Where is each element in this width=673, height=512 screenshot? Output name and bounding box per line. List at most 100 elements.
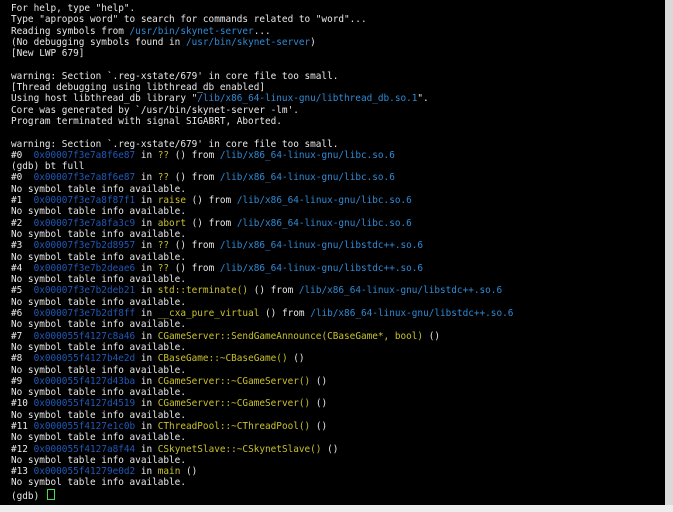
function-name: ?? [157,240,170,252]
gdb-terminal-window[interactable]: For help, type "help". Type "apropos word… [0,0,665,505]
output-text: No symbol table info available. [11,477,186,489]
terminal-line: No symbol table info available. [11,342,665,353]
output-text: #7 [11,330,34,342]
function-name: CGameServer::SendGameAnnounce(CBaseGame*… [157,330,424,342]
terminal-line: Program terminated with signal SIGABRT, … [11,116,665,127]
output-text: warning: Section `.reg-xstate/679' in co… [11,70,339,82]
output-text: in [135,330,158,342]
output-text: Using host libthread_db library " [11,93,198,105]
terminal-line: warning: Section `.reg-xstate/679' in co… [11,71,665,82]
memory-address: 0x00007f3e7b2df8ff [33,308,136,320]
terminal-line: No symbol table info available. [11,229,665,240]
output-text: in [135,240,158,252]
output-text: in [135,443,158,455]
terminal-line: #9 0x000055f4127d43ba in CGameServer::~C… [11,376,665,387]
function-name: CGameServer::~CGameServer() [157,375,311,387]
output-text: No symbol table info available. [11,387,186,399]
output-text: #11 [11,420,34,432]
path-text: /lib/x86_64-linux-gnu/libc.so.6 [219,172,395,184]
output-text: No symbol table info available. [11,409,186,421]
terminal-line: No symbol table info available. [11,387,665,398]
output-text: in [135,172,158,184]
terminal-line: Reading symbols from /usr/bin/skynet-ser… [11,26,665,37]
output-text: in [135,308,158,320]
output-text: in [135,353,158,365]
output-text: #1 [11,195,34,207]
memory-address: 0x000055f4127e1c0b [33,420,136,432]
terminal-line: [Thread debugging using libthread_db ena… [11,82,665,93]
function-name: CThreadPool::~CThreadPool() [157,420,311,432]
output-text: () from [169,262,220,274]
output-text: in [135,195,158,207]
output-text: [New LWP 679] [11,48,85,60]
output-text: in [135,375,158,387]
output-text: Program terminated with signal SIGABRT, … [11,115,282,127]
output-text: #10 [11,398,34,410]
terminal-line: (gdb) bt full [11,161,665,172]
output-text: No symbol table info available. [11,296,186,308]
output-text: #0 [11,172,34,184]
output-text: For help, type "help". [11,3,136,14]
output-text: () from [186,195,237,207]
output-text: #2 [11,217,34,229]
memory-address: 0x000055f4127a8f44 [33,443,136,455]
terminal-line: Core was generated by `/usr/bin/skynet-s… [11,105,665,116]
terminal-line: No symbol table info available. [11,432,665,443]
output-text: ... [253,25,271,37]
function-name: ?? [157,172,170,184]
terminal-line: #2 0x00007f3e7a8fa3c9 in abort () from /… [11,218,665,229]
output-text: () from [169,240,220,252]
terminal-line: #1 0x00007f3e7a8f87f1 in raise () from /… [11,195,665,206]
output-text: in [135,149,158,161]
terminal-line: No symbol table info available. [11,274,665,285]
memory-address: 0x00007f3e7a8f87f1 [33,195,136,207]
terminal-line: #4 0x00007f3e7b2deae6 in ?? () from /lib… [11,263,665,274]
output-text: () [310,375,328,387]
window-edge-bottom [0,505,673,512]
text-cursor[interactable] [46,488,55,500]
path-text: /lib/x86_64-linux-gnu/libstdc++.so.6 [219,262,424,274]
function-name: std::terminate() [157,285,249,297]
function-name: main [157,466,181,478]
output-text: No symbol table info available. [11,319,186,331]
function-name: __cxa_pure_virtual [157,308,260,320]
terminal-line: No symbol table info available. [11,365,665,376]
output-text: Type "apropos word" to search for comman… [11,14,367,26]
output-text: () from [169,172,220,184]
terminal-line: For help, type "help". [11,3,665,14]
output-text: Core was generated by `/usr/bin/skynet-s… [11,104,299,116]
terminal-line: #13 0x000055f41279e0d2 in main () [11,466,665,477]
output-text: () [287,353,305,365]
output-text: #5 [11,285,34,297]
output-text: #12 [11,443,34,455]
memory-address: 0x00007f3e7a8f6e87 [33,172,136,184]
terminal-line: No symbol table info available. [11,319,665,330]
output-text: in [135,262,158,274]
path-text: /usr/bin/skynet-server [185,36,311,48]
terminal-line: (No debugging symbols found in /usr/bin/… [11,37,665,48]
output-text: #13 [11,466,34,478]
output-text: #0 [11,149,34,161]
terminal-line: #0 0x00007f3e7a8f6e87 in ?? () from /lib… [11,150,665,161]
terminal-line: (gdb) [11,488,665,502]
output-text: (gdb) [11,490,45,502]
output-text: [Thread debugging using libthread_db ena… [11,82,265,94]
terminal-line: #6 0x00007f3e7b2df8ff in __cxa_pure_virt… [11,308,665,319]
terminal-line: #5 0x00007f3e7b2deb21 in std::terminate(… [11,285,665,296]
path-text: /lib/x86_64-linux-gnu/libc.so.6 [236,195,412,207]
memory-address: 0x00007f3e7a8fa3c9 [33,217,136,229]
path-text: /lib/x86_64-linux-gnu/libc.so.6 [219,149,395,161]
output-text: () [310,420,328,432]
terminal-line: No symbol table info available. [11,477,665,488]
output-text: ) [310,36,316,48]
output-text: () [180,466,198,478]
output-text: #8 [11,353,34,365]
function-name: CGameServer::~CGameServer() [157,398,311,410]
memory-address: 0x000055f4127c8a46 [33,330,136,342]
function-name: abort [157,217,186,229]
output-text: (No debugging symbols found in [11,36,186,48]
function-name: raise [157,195,186,207]
window-edge-right [665,0,673,505]
memory-address: 0x00007f3e7b2d8957 [33,240,136,252]
